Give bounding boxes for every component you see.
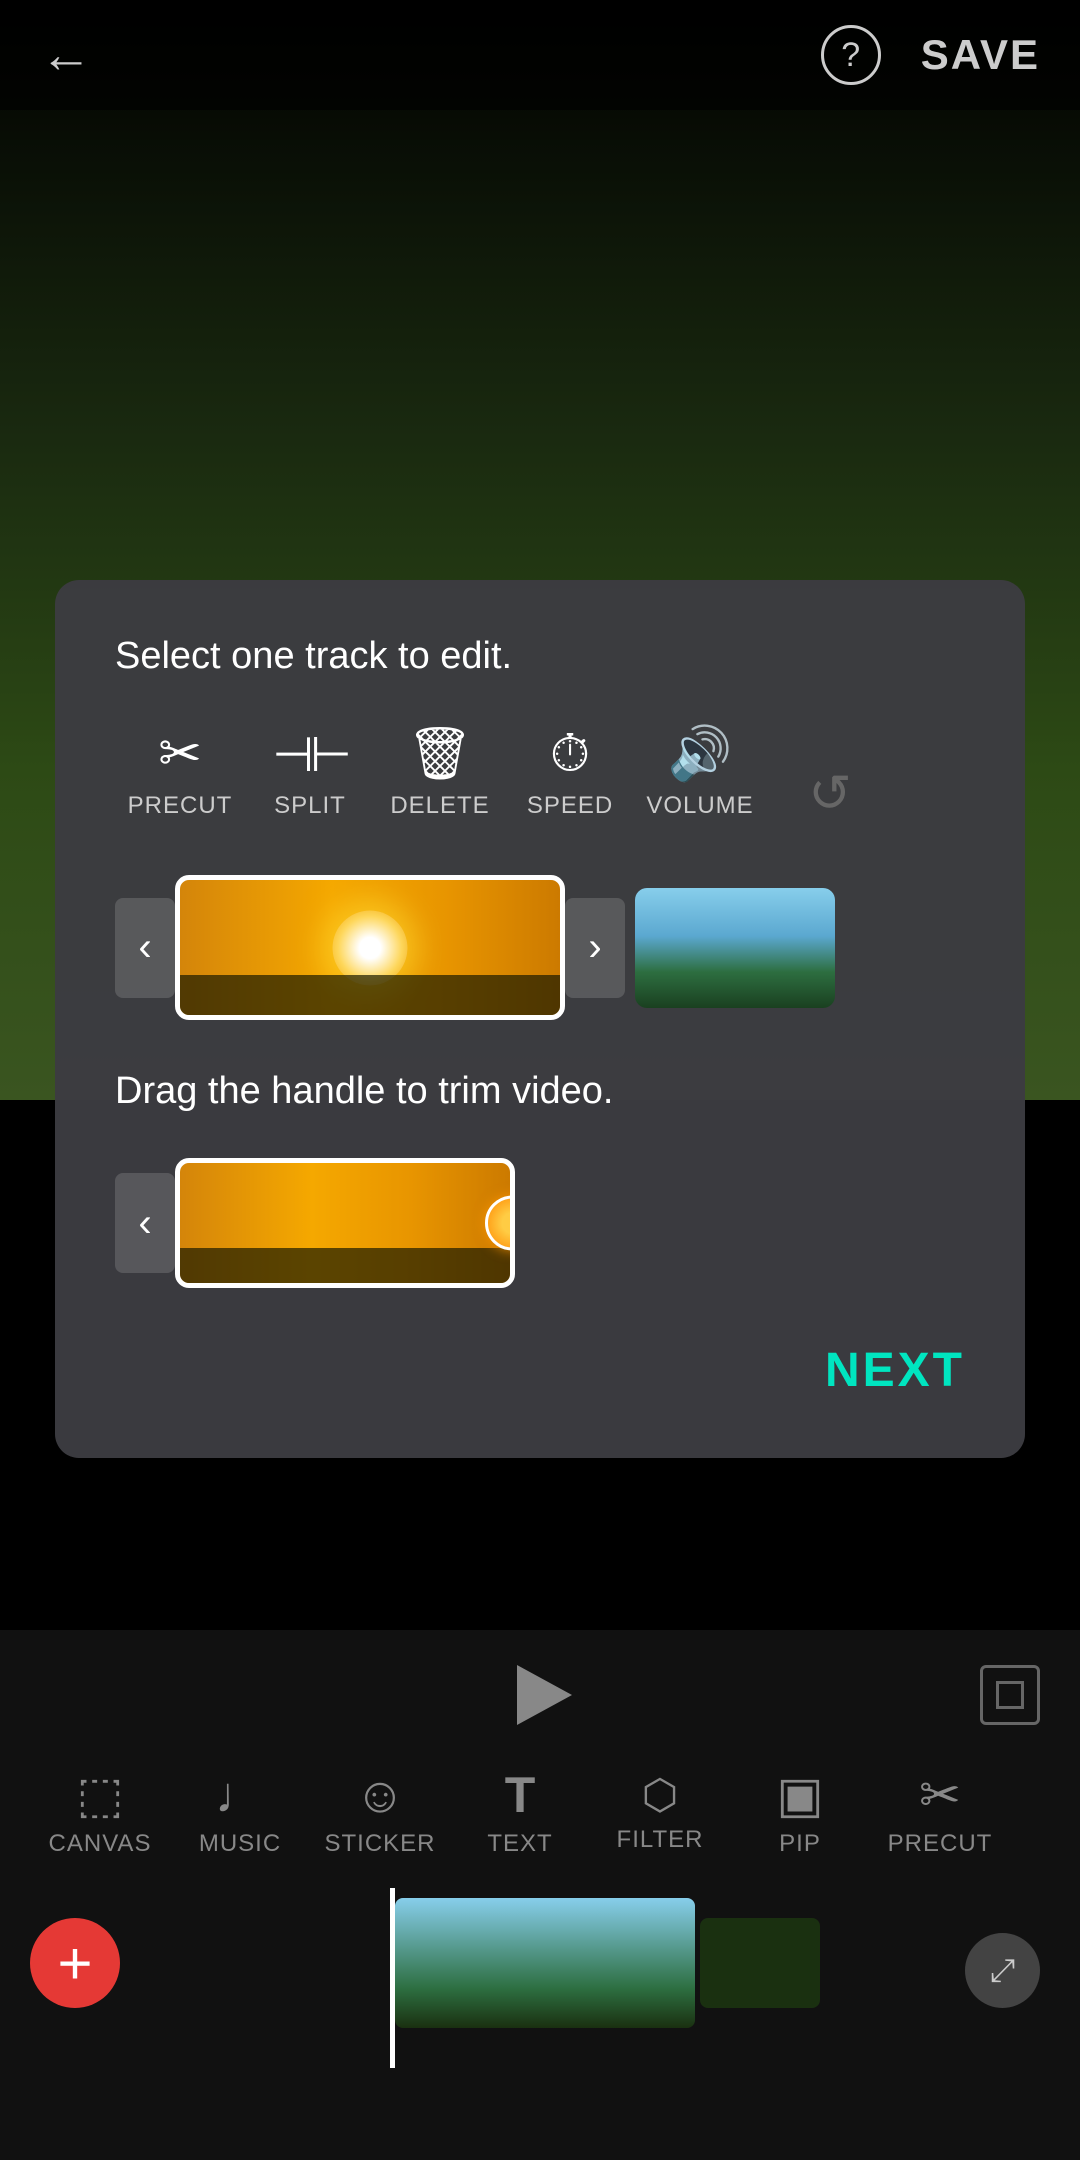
clip-thumbnail-ground bbox=[180, 975, 560, 1015]
fullscreen-button[interactable] bbox=[980, 1665, 1040, 1725]
next-button-container: NEXT bbox=[115, 1343, 965, 1398]
pip-icon: ▣ bbox=[776, 1770, 823, 1820]
modal-title: Select one track to edit. bbox=[115, 635, 965, 678]
delete-tool[interactable]: 🗑 DELETE bbox=[375, 728, 505, 820]
rotate-icon: ↺ bbox=[808, 768, 852, 820]
toolbar-text[interactable]: T TEXT bbox=[450, 1770, 590, 1858]
strip-inactive-clip[interactable] bbox=[635, 888, 835, 1008]
precut-icon: ✂ bbox=[158, 728, 202, 780]
volume-icon: 🔊 bbox=[668, 728, 733, 780]
trim-handle[interactable] bbox=[485, 1196, 515, 1251]
filter-icon: ⬡ bbox=[642, 1774, 679, 1816]
expand-button[interactable]: ⤢ bbox=[965, 1933, 1040, 2008]
volume-label: VOLUME bbox=[646, 792, 753, 820]
strip-nav-left[interactable]: ‹ bbox=[115, 898, 175, 998]
rotate-tool[interactable]: ↺ bbox=[765, 768, 895, 820]
timeline-thumb-1[interactable] bbox=[395, 1898, 695, 2028]
timeline-thumb-2[interactable] bbox=[700, 1918, 820, 2008]
pip-label: PIP bbox=[779, 1830, 821, 1858]
music-label: MUSIC bbox=[199, 1830, 281, 1858]
back-button[interactable]: ← bbox=[40, 25, 92, 85]
text-icon: T bbox=[505, 1770, 536, 1820]
toolbar-precut-icon: ✂ bbox=[919, 1770, 961, 1820]
speed-tool[interactable]: ⏱ SPEED bbox=[505, 728, 635, 820]
speed-icon: ⏱ bbox=[550, 728, 591, 780]
text-label: TEXT bbox=[487, 1830, 552, 1858]
precut-tool[interactable]: ✂ PRECUT bbox=[115, 728, 245, 820]
toolbar-canvas[interactable]: ⬚ CANVAS bbox=[30, 1770, 170, 1858]
canvas-label: CANVAS bbox=[49, 1830, 152, 1858]
split-icon: ⊣⊢ bbox=[272, 732, 348, 780]
help-button[interactable]: ? bbox=[821, 25, 881, 85]
add-clip-button[interactable]: + bbox=[30, 1918, 120, 2008]
trim-instruction: Drag the handle to trim video. bbox=[115, 1070, 965, 1113]
clip-thumbnail-sun bbox=[333, 910, 408, 985]
toolbar-precut[interactable]: ✂ PRECUT bbox=[870, 1770, 1010, 1858]
trim-strip-nav-left[interactable]: ‹ bbox=[115, 1173, 175, 1273]
trim-strip-container: ‹ bbox=[115, 1158, 965, 1288]
help-icon: ? bbox=[841, 36, 860, 75]
canvas-icon: ⬚ bbox=[76, 1770, 123, 1820]
trim-strip-ground bbox=[180, 1248, 510, 1283]
next-button[interactable]: NEXT bbox=[825, 1343, 965, 1398]
timeline-cursor bbox=[390, 1888, 395, 2068]
strip-active-clip[interactable] bbox=[175, 875, 565, 1020]
timeline-area: + ⤢ bbox=[0, 1888, 1080, 2068]
top-bar: ← ? SAVE bbox=[0, 0, 1080, 110]
volume-tool[interactable]: 🔊 VOLUME bbox=[635, 728, 765, 820]
play-button[interactable] bbox=[505, 1660, 575, 1730]
timeline-strip-1: ‹ › bbox=[115, 875, 965, 1020]
play-icon bbox=[517, 1665, 572, 1725]
top-right-actions: ? SAVE bbox=[821, 25, 1040, 85]
speed-label: SPEED bbox=[527, 792, 613, 820]
toolbar-sticker[interactable]: ☺ STICKER bbox=[310, 1770, 450, 1858]
delete-label: DELETE bbox=[390, 792, 489, 820]
trim-strip-active[interactable] bbox=[175, 1158, 515, 1288]
bottom-area: ⬚ CANVAS ♩ MUSIC ☺ STICKER T TEXT ⬡ FILT… bbox=[0, 1630, 1080, 2160]
filter-label: FILTER bbox=[617, 1826, 704, 1854]
expand-icon: ⤢ bbox=[990, 1952, 1016, 1990]
delete-icon: 🗑 bbox=[407, 728, 473, 780]
tool-bar: ✂ PRECUT ⊣⊢ SPLIT 🗑 DELETE ⏱ SPEED 🔊 VOL… bbox=[115, 728, 965, 820]
save-button[interactable]: SAVE bbox=[921, 31, 1040, 79]
split-tool[interactable]: ⊣⊢ SPLIT bbox=[245, 732, 375, 820]
edit-modal: Select one track to edit. ✂ PRECUT ⊣⊢ SP… bbox=[55, 580, 1025, 1458]
strip-nav-right[interactable]: › bbox=[565, 898, 625, 998]
split-label: SPLIT bbox=[274, 792, 346, 820]
sticker-icon: ☺ bbox=[354, 1770, 405, 1820]
play-controls bbox=[0, 1630, 1080, 1750]
fullscreen-icon bbox=[996, 1681, 1024, 1709]
toolbar-pip[interactable]: ▣ PIP bbox=[730, 1770, 870, 1858]
sticker-label: STICKER bbox=[324, 1830, 435, 1858]
music-icon: ♩ bbox=[215, 1770, 265, 1820]
toolbar-music[interactable]: ♩ MUSIC bbox=[170, 1770, 310, 1858]
toolbar-precut-label: PRECUT bbox=[888, 1830, 993, 1858]
bottom-toolbar: ⬚ CANVAS ♩ MUSIC ☺ STICKER T TEXT ⬡ FILT… bbox=[0, 1750, 1080, 1878]
precut-label: PRECUT bbox=[128, 792, 233, 820]
toolbar-filter[interactable]: ⬡ FILTER bbox=[590, 1774, 730, 1854]
